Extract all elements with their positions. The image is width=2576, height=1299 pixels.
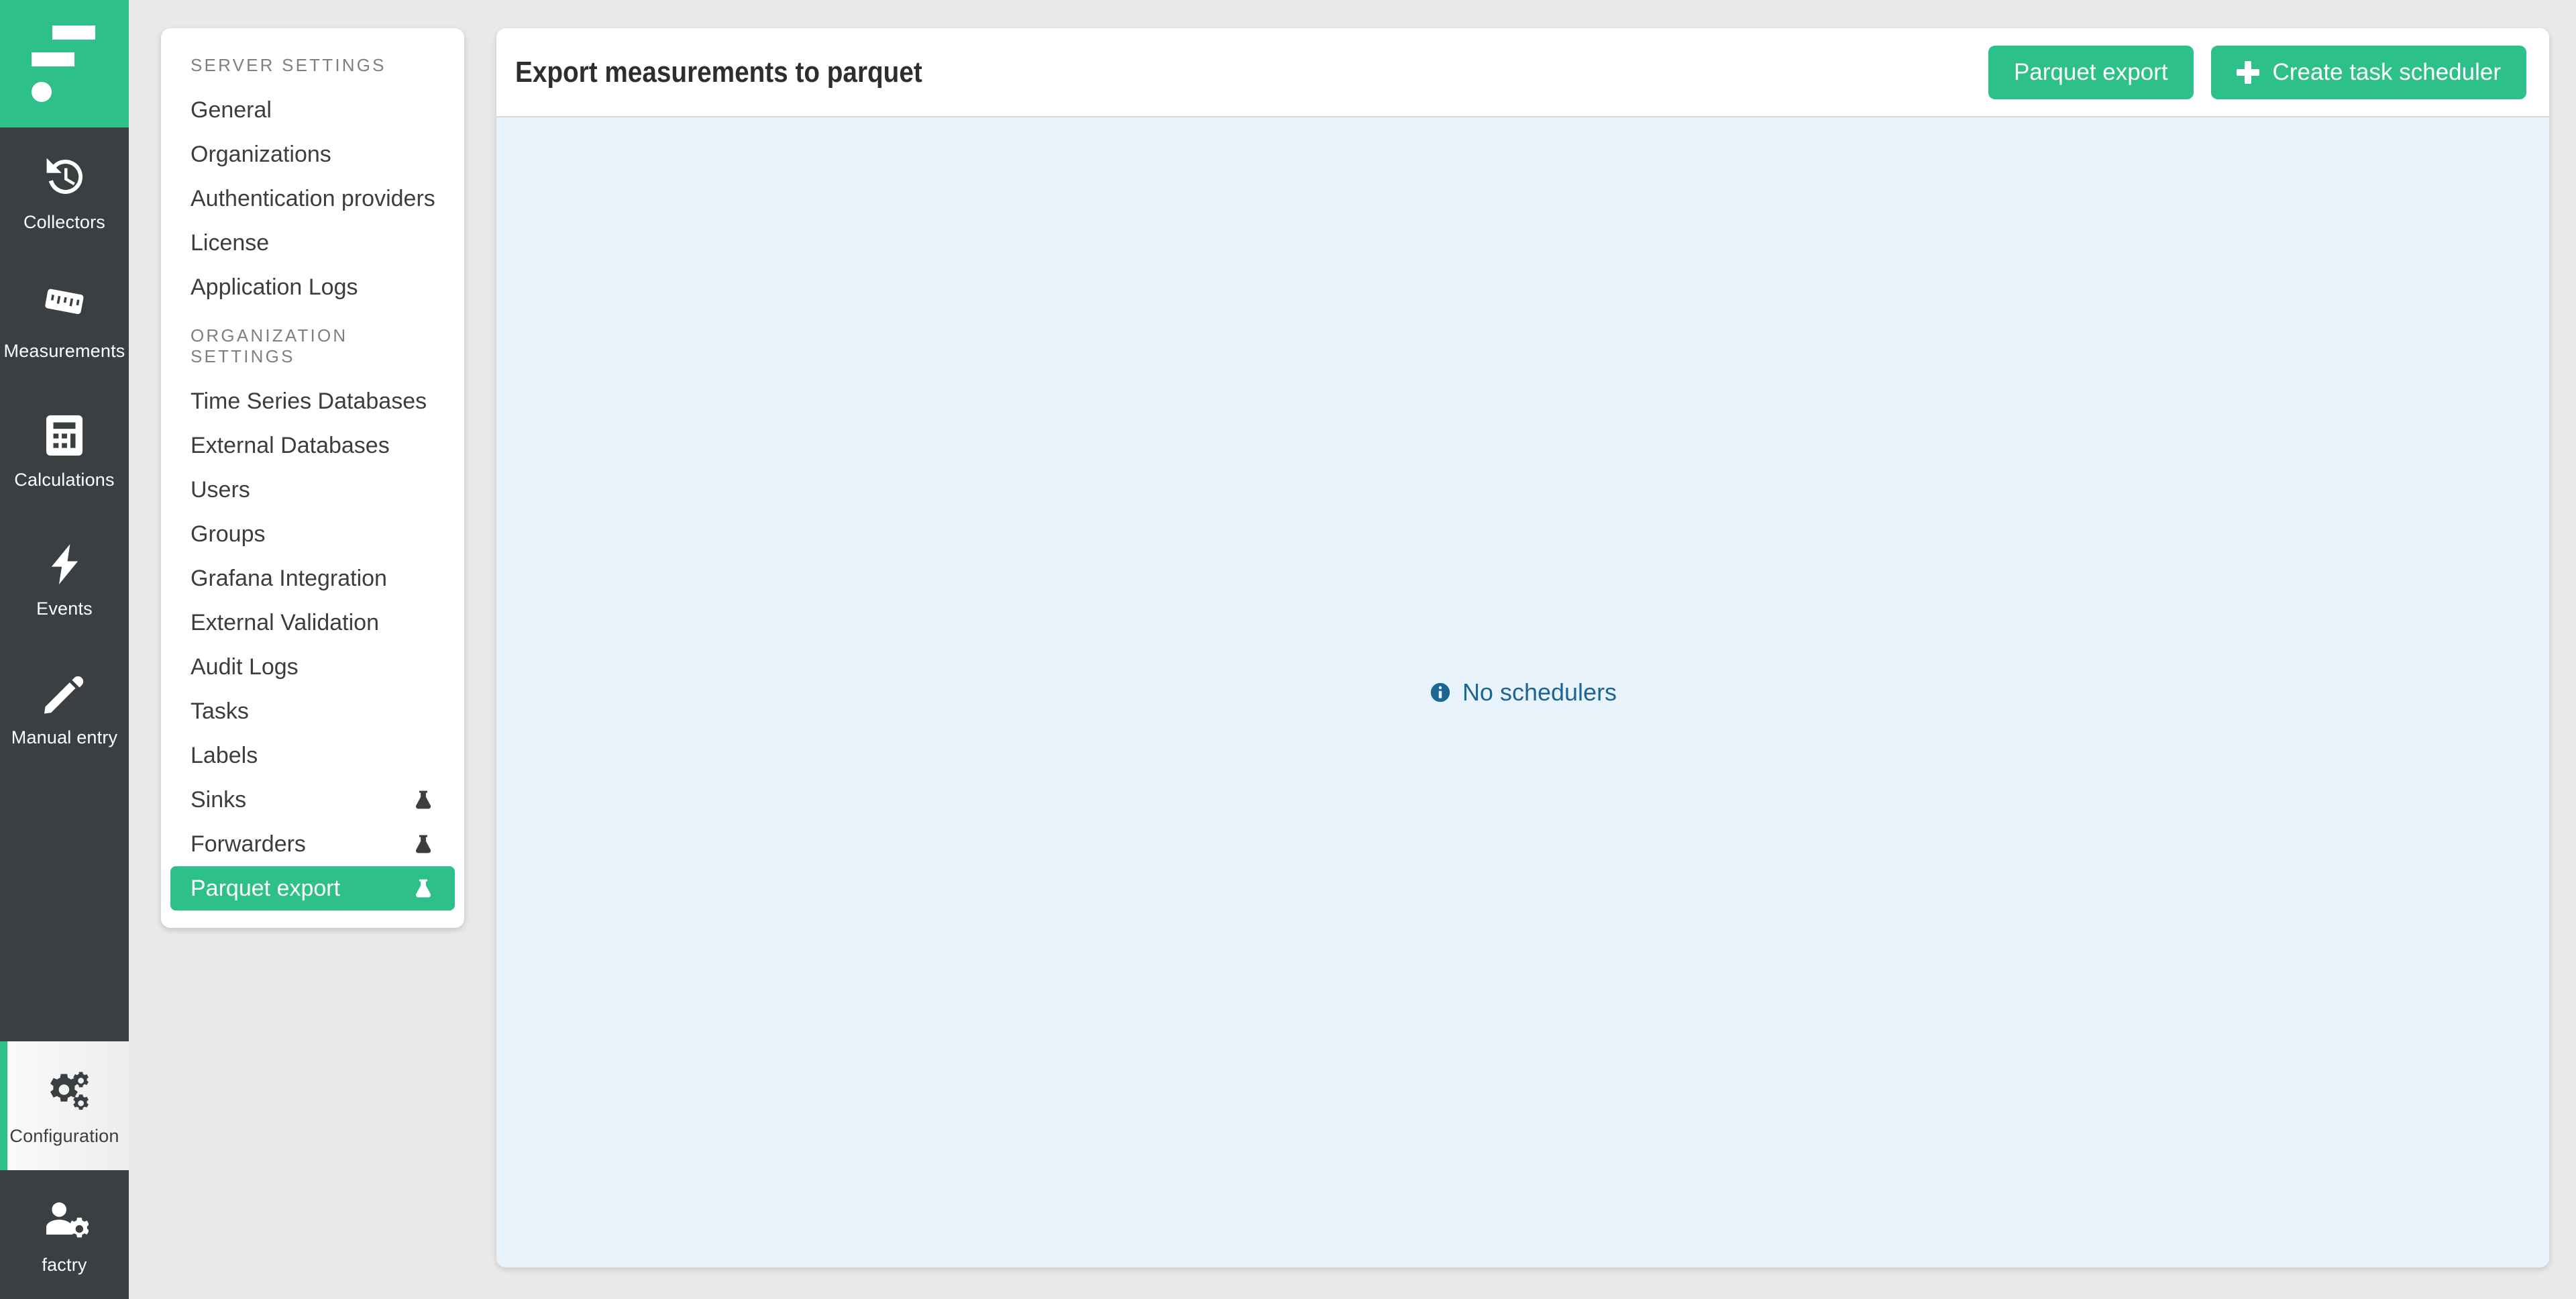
rail-item-label: Manual entry: [11, 727, 118, 747]
settings-item-label: Tasks: [191, 698, 249, 724]
settings-item-label: Labels: [191, 743, 258, 768]
flask-icon: [412, 787, 435, 813]
settings-item-license[interactable]: License: [170, 221, 455, 265]
settings-item-label: Groups: [191, 521, 266, 547]
settings-item-label: License: [191, 230, 270, 256]
settings-item-tasks[interactable]: Tasks: [170, 689, 455, 733]
calculator-icon: [40, 411, 89, 460]
settings-item-users[interactable]: Users: [170, 468, 455, 512]
settings-item-organizations[interactable]: Organizations: [170, 132, 455, 176]
settings-item-label: Grafana Integration: [191, 566, 387, 591]
settings-item-external-validation[interactable]: External Validation: [170, 601, 455, 645]
rail-item-label: factry: [42, 1254, 87, 1275]
plus-icon: [2236, 60, 2259, 84]
app-logo[interactable]: [0, 0, 129, 127]
section-header-server-settings: SERVER SETTINGS: [191, 55, 386, 75]
settings-item-authentication-providers[interactable]: Authentication providers: [170, 176, 455, 221]
info-circle-icon: [1429, 681, 1452, 704]
parquet-export-button[interactable]: Parquet export: [1988, 45, 2194, 99]
create-task-scheduler-button[interactable]: Create task scheduler: [2210, 45, 2526, 99]
settings-item-external-databases[interactable]: External Databases: [170, 423, 455, 468]
logo-bar-top-icon: [52, 25, 95, 40]
app-root: Collectors Measurements Calculations Eve…: [0, 0, 2576, 1299]
main-content-panel: Export measurements to parquet Parquet e…: [496, 28, 2549, 1267]
settings-item-label: Sinks: [191, 787, 247, 813]
settings-item-sinks[interactable]: Sinks: [170, 778, 455, 822]
rail-item-label: Configuration: [9, 1125, 119, 1146]
settings-item-application-logs[interactable]: Application Logs: [170, 265, 455, 309]
ruler-icon: [40, 282, 89, 331]
logo-dot-icon: [32, 82, 52, 102]
settings-item-label: Forwarders: [191, 831, 306, 857]
rail-item-configuration[interactable]: Configuration: [0, 1041, 129, 1170]
settings-item-label: Organizations: [191, 142, 331, 167]
settings-item-groups[interactable]: Groups: [170, 512, 455, 556]
rail-spacer: [0, 772, 129, 1041]
settings-item-label: Users: [191, 477, 250, 503]
settings-item-time-series-databases[interactable]: Time Series Databases: [170, 379, 455, 423]
settings-item-label: Audit Logs: [191, 654, 299, 680]
rail-item-manual-entry[interactable]: Manual entry: [0, 643, 129, 772]
rail-item-user-account[interactable]: factry: [0, 1170, 129, 1299]
main-body: No schedulers: [496, 117, 2549, 1267]
settings-item-label: Parquet export: [191, 876, 341, 901]
settings-item-label: Application Logs: [191, 274, 358, 300]
pen-write-icon: [40, 668, 89, 718]
gears-icon: [40, 1067, 89, 1116]
settings-item-audit-logs[interactable]: Audit Logs: [170, 645, 455, 689]
parquet-export-button-label: Parquet export: [2013, 58, 2168, 85]
logo-bar-middle-icon: [32, 52, 74, 66]
settings-item-label: External Validation: [191, 610, 379, 635]
primary-nav-rail: Collectors Measurements Calculations Eve…: [0, 0, 129, 1299]
rail-items: Collectors Measurements Calculations Eve…: [0, 127, 129, 1299]
settings-item-forwarders[interactable]: Forwarders: [170, 822, 455, 866]
flask-icon: [412, 876, 435, 901]
lightning-bolt-icon: [40, 539, 89, 589]
rail-item-collectors[interactable]: Collectors: [0, 127, 129, 256]
page-title: Export measurements to parquet: [515, 55, 922, 89]
settings-item-parquet-export[interactable]: Parquet export: [170, 866, 455, 911]
create-task-scheduler-button-label: Create task scheduler: [2272, 58, 2501, 85]
settings-item-labels[interactable]: Labels: [170, 733, 455, 778]
rail-item-label: Measurements: [3, 340, 125, 361]
settings-item-general[interactable]: General: [170, 88, 455, 132]
settings-item-label: Time Series Databases: [191, 388, 427, 414]
rail-item-measurements[interactable]: Measurements: [0, 256, 129, 385]
user-settings-icon: [40, 1196, 89, 1245]
history-restore-icon: [40, 153, 89, 203]
empty-state-text: No schedulers: [1462, 678, 1617, 706]
settings-item-grafana-integration[interactable]: Grafana Integration: [170, 556, 455, 601]
settings-item-label: External Databases: [191, 433, 390, 458]
rail-item-label: Calculations: [14, 469, 115, 490]
header-actions: Parquet export Create task scheduler: [1988, 45, 2526, 99]
flask-icon: [412, 831, 435, 857]
rail-item-label: Events: [36, 598, 93, 619]
empty-state-message: No schedulers: [1429, 678, 1617, 707]
settings-item-label: Authentication providers: [191, 186, 435, 211]
main-header: Export measurements to parquet Parquet e…: [496, 28, 2549, 117]
rail-item-events[interactable]: Events: [0, 514, 129, 643]
settings-menu-card: SERVER SETTINGS General Organizations Au…: [161, 28, 464, 928]
rail-item-calculations[interactable]: Calculations: [0, 385, 129, 514]
rail-item-label: Collectors: [23, 211, 106, 232]
section-header-organization-settings: ORGANIZATION SETTINGS: [191, 325, 348, 366]
settings-item-label: General: [191, 97, 272, 123]
